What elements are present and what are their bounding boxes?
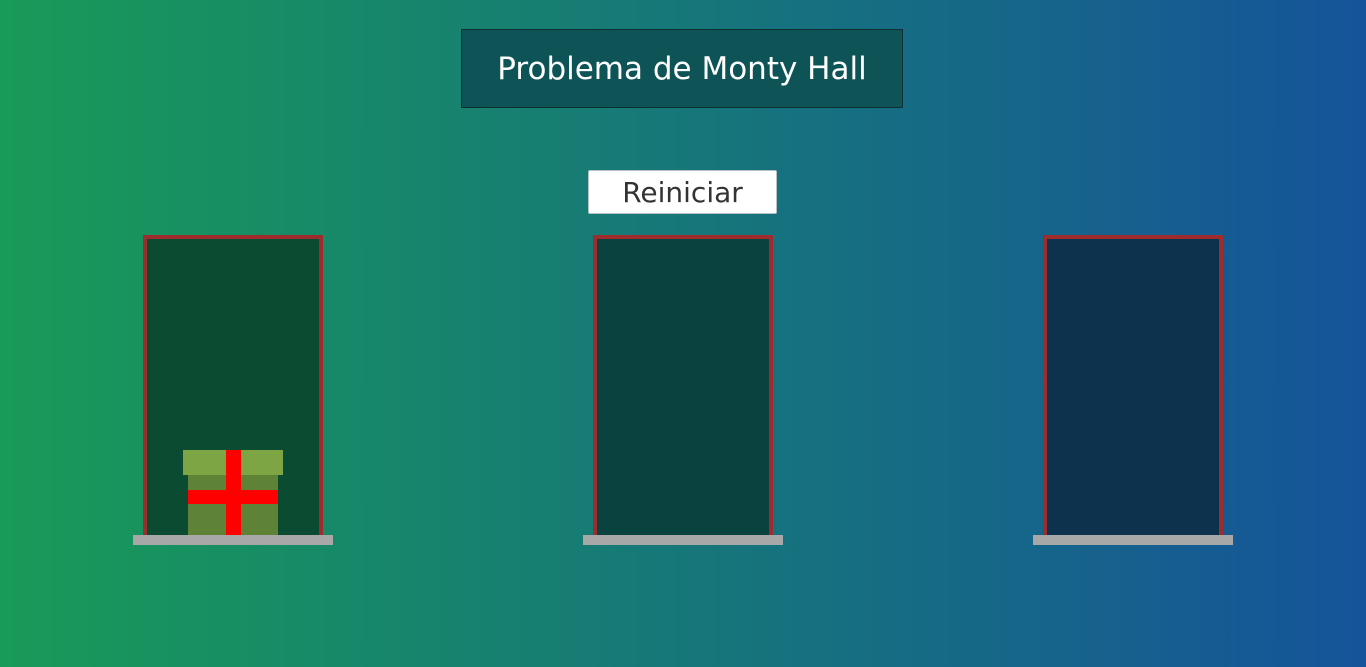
gift-ribbon-vertical xyxy=(226,450,241,535)
door-3-sill xyxy=(1033,535,1233,545)
reset-button[interactable]: Reiniciar xyxy=(588,170,777,214)
door-2[interactable] xyxy=(593,235,773,536)
door-3[interactable] xyxy=(1043,235,1223,536)
gift-icon xyxy=(183,450,283,535)
page-title: Problema de Monty Hall xyxy=(461,29,903,108)
door-2-sill xyxy=(583,535,783,545)
door-1-sill xyxy=(133,535,333,545)
